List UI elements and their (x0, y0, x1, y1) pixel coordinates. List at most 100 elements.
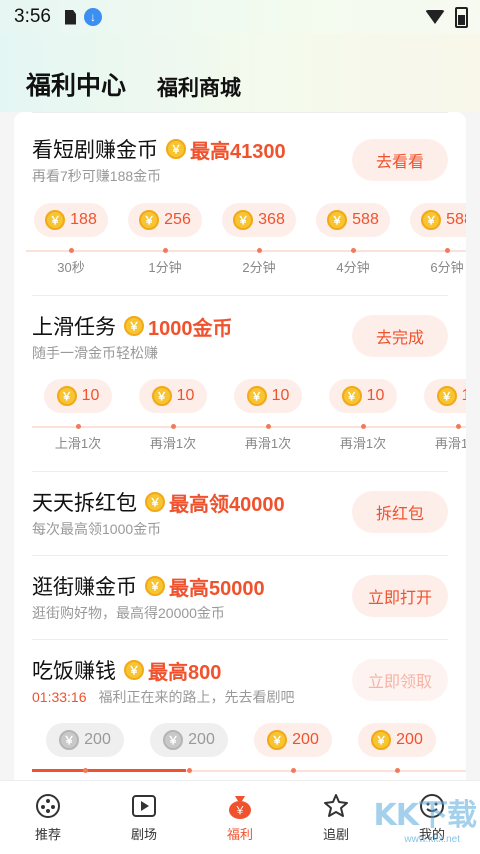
reward-amount: 200 (396, 731, 423, 748)
divider (32, 639, 448, 640)
reward-step[interactable]: ￥ 256 1分钟 (128, 203, 202, 275)
reward-pill: ￥ 256 (128, 203, 202, 237)
reward-pill: ￥10 (329, 379, 397, 413)
coin-icon: ￥ (124, 660, 144, 680)
reward-step[interactable]: ￥ 588 4分钟 (316, 203, 390, 275)
watch-button[interactable]: 去看看 (352, 139, 448, 181)
nav-label: 福利 (226, 826, 253, 842)
reward-amount: 588 (352, 211, 379, 228)
reward-amount: 10 (366, 387, 385, 404)
svg-text:￥: ￥ (235, 804, 246, 817)
watermark-logo: KK下载 (373, 798, 477, 833)
reward-amount: 368 (258, 211, 285, 228)
coin-icon: ￥ (267, 730, 288, 750)
reward-amount: 10 (81, 387, 100, 404)
reward-step[interactable]: ￥ 200 (46, 723, 124, 773)
reward-pill: ￥10 (44, 379, 112, 413)
divider (32, 295, 448, 296)
progress-dot (170, 424, 176, 429)
reward-step[interactable]: ￥ 200 (254, 723, 332, 773)
recommend-icon (35, 793, 61, 819)
task-reward: 最高领40000 (169, 493, 285, 516)
coin-icon: ￥ (233, 210, 254, 230)
divider (32, 471, 448, 472)
progress-track (26, 250, 466, 252)
theater-icon (131, 793, 157, 819)
reward-pill: ￥ 200 (46, 723, 124, 757)
task-subtitle: 每次最高领1000金币 (32, 521, 162, 537)
divider (32, 112, 448, 113)
reward-step[interactable]: ￥ 200 (358, 723, 436, 773)
steps-swipe: ￥10上滑1次￥10再滑1次￥10再滑1次￥10再滑1次￥10再滑1次 (14, 379, 466, 459)
task-subtitle-row: 01:33:16 福利正在来的路上，先去看剧吧 (32, 687, 295, 707)
task-title: 天天拆红包 (32, 492, 137, 515)
task-subtitle: 逛街购好物，最高得20000金币 (32, 605, 225, 621)
reward-step[interactable]: ￥ 10 上滑1次 (44, 379, 112, 451)
reward-step[interactable]: ￥ 368 2分钟 (222, 203, 296, 275)
open-now-button[interactable]: 立即打开 (352, 575, 448, 617)
status-bar: 3:56 ↓ (0, 0, 480, 34)
reward-step[interactable]: ￥10 再滑1次 (424, 379, 466, 451)
progress-dot (82, 768, 88, 773)
reward-step[interactable]: ￥10再滑1次 (234, 379, 302, 451)
tab-welfare-mall[interactable]: 福利商城 (157, 72, 241, 102)
reward-pill: ￥ 188 (34, 203, 108, 237)
task-title-row: 逛街赚金币 ￥ 最高50000 (32, 571, 265, 601)
coin-icon: ￥ (124, 316, 144, 336)
reward-amount: 10 (271, 387, 290, 404)
coin-icon: ￥ (151, 386, 172, 406)
coin-icon: ￥ (59, 730, 80, 750)
claim-now-button[interactable]: 立即领取 (352, 659, 448, 701)
coin-icon: ￥ (371, 730, 392, 750)
progress-dot (265, 424, 271, 429)
progress-dot (455, 424, 461, 429)
step-label: 2分钟 (242, 260, 276, 275)
progress-dot (186, 768, 192, 773)
coin-icon: ￥ (145, 576, 165, 596)
step-label: 4分钟 (336, 260, 370, 275)
reward-pill: ￥ 200 (150, 723, 228, 757)
reward-pill: ￥588 (316, 203, 390, 237)
status-time: 3:56 (14, 6, 51, 27)
divider (32, 555, 448, 556)
nav-label: 追剧 (322, 826, 349, 842)
reward-step[interactable]: ￥ 200 (150, 723, 228, 773)
reward-step[interactable]: ￥10再滑1次 (139, 379, 207, 451)
step-label: 30秒 (57, 260, 85, 275)
progress-dot (394, 768, 400, 773)
header: 福利中心 福利商城 (0, 34, 480, 112)
steps-watch: ￥18830秒￥2561分钟￥3682分钟￥5884分钟￥5886分钟 (14, 203, 466, 283)
nav-item-follow[interactable]: 追剧 (288, 781, 384, 854)
complete-button[interactable]: 去完成 (352, 315, 448, 357)
task-subtitle: 随手一滑金币轻松赚 (32, 345, 158, 361)
battery-icon (455, 6, 468, 28)
nav-item-recommend[interactable]: 推荐 (0, 781, 96, 854)
coin-icon: ￥ (327, 210, 348, 230)
download-icon: ↓ (83, 8, 102, 26)
step-label: 再滑1次 (434, 436, 466, 451)
task-title: 吃饭赚钱 (32, 660, 116, 683)
progress-track (32, 426, 466, 428)
task-subtitle: 福利正在来的路上，先去看剧吧 (98, 689, 295, 705)
step-label: 6分钟 (430, 260, 464, 275)
reward-step[interactable]: ￥ 188 30秒 (34, 203, 108, 275)
task-title-row: 吃饭赚钱 ￥ 最高800 (32, 655, 221, 685)
open-red-packet-button[interactable]: 拆红包 (352, 491, 448, 533)
steps-meal: ￥ 200 ￥ 200 ￥ 200 ￥ 200 (14, 723, 466, 780)
progress-dot (360, 424, 366, 429)
reward-amount: 200 (292, 731, 319, 748)
reward-amount: 10 (462, 387, 466, 405)
tab-welfare-center[interactable]: 福利中心 (26, 66, 126, 102)
reward-step[interactable]: ￥10再滑1次 (329, 379, 397, 451)
reward-step[interactable]: ￥588 6分钟 (410, 203, 466, 275)
task-title: 上滑任务 (32, 316, 116, 339)
reward-amount: 588 (446, 211, 466, 228)
task-title-row: 上滑任务 ￥ 1000金币 (32, 311, 233, 341)
reward-amount: 10 (176, 387, 195, 404)
reward-pill: ￥ 200 (254, 723, 332, 757)
task-reward: 最高41300 (190, 140, 286, 163)
nav-item-theater[interactable]: 剧场 (96, 781, 192, 854)
nav-item-welfare[interactable]: ￥ 福利 (192, 781, 288, 854)
reward-pill: ￥10 (424, 379, 466, 413)
reward-pill: ￥10 (234, 379, 302, 413)
